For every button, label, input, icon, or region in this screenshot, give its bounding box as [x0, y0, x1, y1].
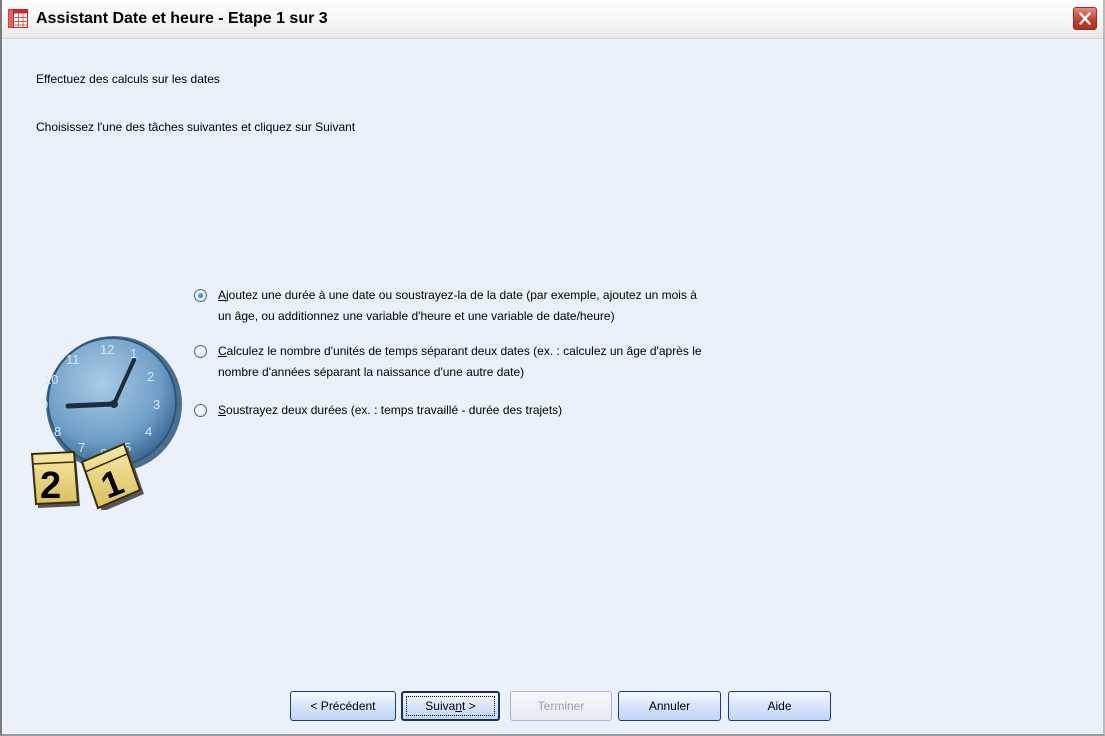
instruction-text: Choisissez l'une des tâches suivantes et… [36, 120, 356, 134]
clock-number: 3 [153, 397, 160, 412]
title-bar[interactable]: Assistant Date et heure - Etape 1 sur 3 [2, 0, 1103, 39]
option-mnemonic: S [218, 403, 227, 417]
option-subtract-durations-radio[interactable] [194, 404, 207, 417]
help-button[interactable]: Aide [728, 691, 831, 721]
spreadsheet-app-icon [8, 9, 28, 28]
clock-number: 4 [145, 424, 152, 439]
option-line2: nombre d'années séparant la naissance d'… [218, 365, 525, 379]
clock-number: 8 [54, 424, 61, 439]
option-line2: un âge, ou additionnez une variable d'he… [218, 309, 615, 323]
next-button-focus: Suivant > [406, 696, 495, 716]
window-title: Assistant Date et heure - Etape 1 sur 3 [36, 10, 328, 27]
option-add-duration-label: Ajoutez une durée à une date ou soustray… [218, 285, 858, 327]
finish-button[interactable]: Terminer [510, 691, 612, 721]
calendar-back-number: 2 [40, 465, 61, 507]
page-heading: Effectuez des calculs sur les dates [36, 72, 220, 86]
clock-number: 2 [147, 369, 154, 384]
clock-number: 9 [41, 397, 48, 412]
next-label-pre: Suiva [425, 699, 456, 713]
option-line1: oustrayez deux durées (ex. : temps trava… [226, 403, 563, 417]
option-add-duration-radio[interactable] [194, 289, 207, 302]
clock-number: 11 [66, 352, 80, 367]
wizard-window: Assistant Date et heure - Etape 1 sur 3 … [0, 0, 1105, 736]
next-button[interactable]: Suivant > [401, 691, 500, 721]
option-calc-units-radio[interactable] [194, 345, 207, 358]
clock-calendar-illustration: 12 1 2 3 4 5 6 7 8 9 10 11 2 [30, 336, 182, 510]
option-line1: alculez le nombre d'unités de temps sépa… [226, 344, 702, 358]
clock-number: 12 [100, 342, 114, 357]
next-label-mnemonic: n [455, 699, 463, 713]
cancel-button[interactable]: Annuler [618, 691, 721, 721]
option-subtract-durations-label: Soustrayez deux durées (ex. : temps trav… [218, 400, 858, 421]
previous-button[interactable]: < Précédent [290, 691, 396, 721]
close-button[interactable] [1073, 7, 1097, 30]
option-line1: joutez une durée à une date ou soustraye… [226, 288, 697, 302]
clock-number: 10 [44, 372, 58, 387]
option-mnemonic: C [218, 344, 227, 358]
option-mnemonic: A [218, 288, 227, 302]
calendar-back-icon: 2 [30, 450, 80, 508]
close-icon [1079, 12, 1091, 25]
clock-number: 7 [78, 440, 85, 455]
next-label-post: t > [462, 699, 476, 713]
option-calc-units-label: Calculez le nombre d'unités de temps sép… [218, 341, 858, 383]
